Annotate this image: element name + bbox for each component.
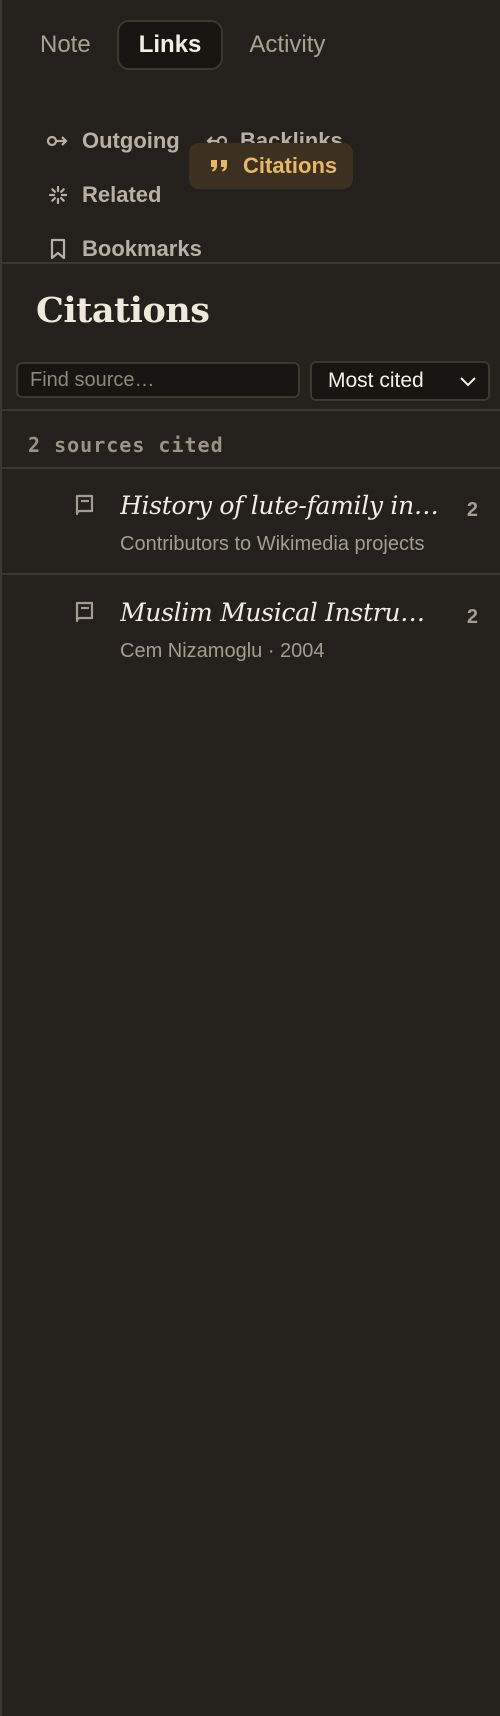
- subnav-citations-label: Citations: [243, 153, 338, 178]
- view-tabs: Note Links Activity: [20, 20, 345, 70]
- citation-count: 2: [466, 499, 478, 521]
- book-icon: [75, 601, 94, 623]
- source-title: Muslim Musical Instruments: [120, 598, 446, 627]
- subnav-outgoing-label: Outgoing: [82, 128, 180, 153]
- bookmark-icon: [46, 237, 70, 261]
- outgoing-link-icon: [46, 129, 70, 153]
- panel-heading: Citations: [36, 290, 210, 331]
- subnav-bookmarks-label: Bookmarks: [82, 236, 202, 261]
- sources-count: 2 sources cited: [28, 433, 224, 457]
- sort-select-value: Most cited: [328, 369, 424, 392]
- subnav-related[interactable]: Related: [46, 172, 161, 218]
- citation-count: 2: [466, 606, 478, 628]
- chevron-down-icon: [460, 377, 476, 387]
- source-title: History of lute-family instruments: [120, 491, 446, 520]
- source-meta: Cem Nizamoglu · 2004: [120, 640, 325, 662]
- subnav-outgoing[interactable]: Outgoing: [46, 118, 180, 164]
- subnav-related-label: Related: [82, 182, 162, 207]
- sort-select[interactable]: Most cited: [310, 361, 490, 401]
- source-row[interactable]: Muslim Musical Instruments Cem Nizamoglu…: [2, 576, 500, 680]
- source-search-input[interactable]: [16, 362, 300, 398]
- subnav-bookmarks[interactable]: Bookmarks: [46, 226, 202, 272]
- book-icon: [75, 494, 94, 516]
- tab-activity[interactable]: Activity: [229, 20, 345, 70]
- divider: [2, 409, 500, 411]
- source-meta: Contributors to Wikimedia projects: [120, 533, 425, 555]
- tab-links[interactable]: Links: [116, 20, 224, 70]
- divider: [2, 573, 500, 575]
- divider: [2, 262, 500, 264]
- source-row[interactable]: History of lute-family instruments Contr…: [2, 469, 500, 573]
- quote-icon: [207, 154, 231, 178]
- tab-note[interactable]: Note: [20, 20, 111, 70]
- sparkle-icon: [46, 183, 70, 207]
- subnav-citations[interactable]: Citations: [189, 143, 354, 189]
